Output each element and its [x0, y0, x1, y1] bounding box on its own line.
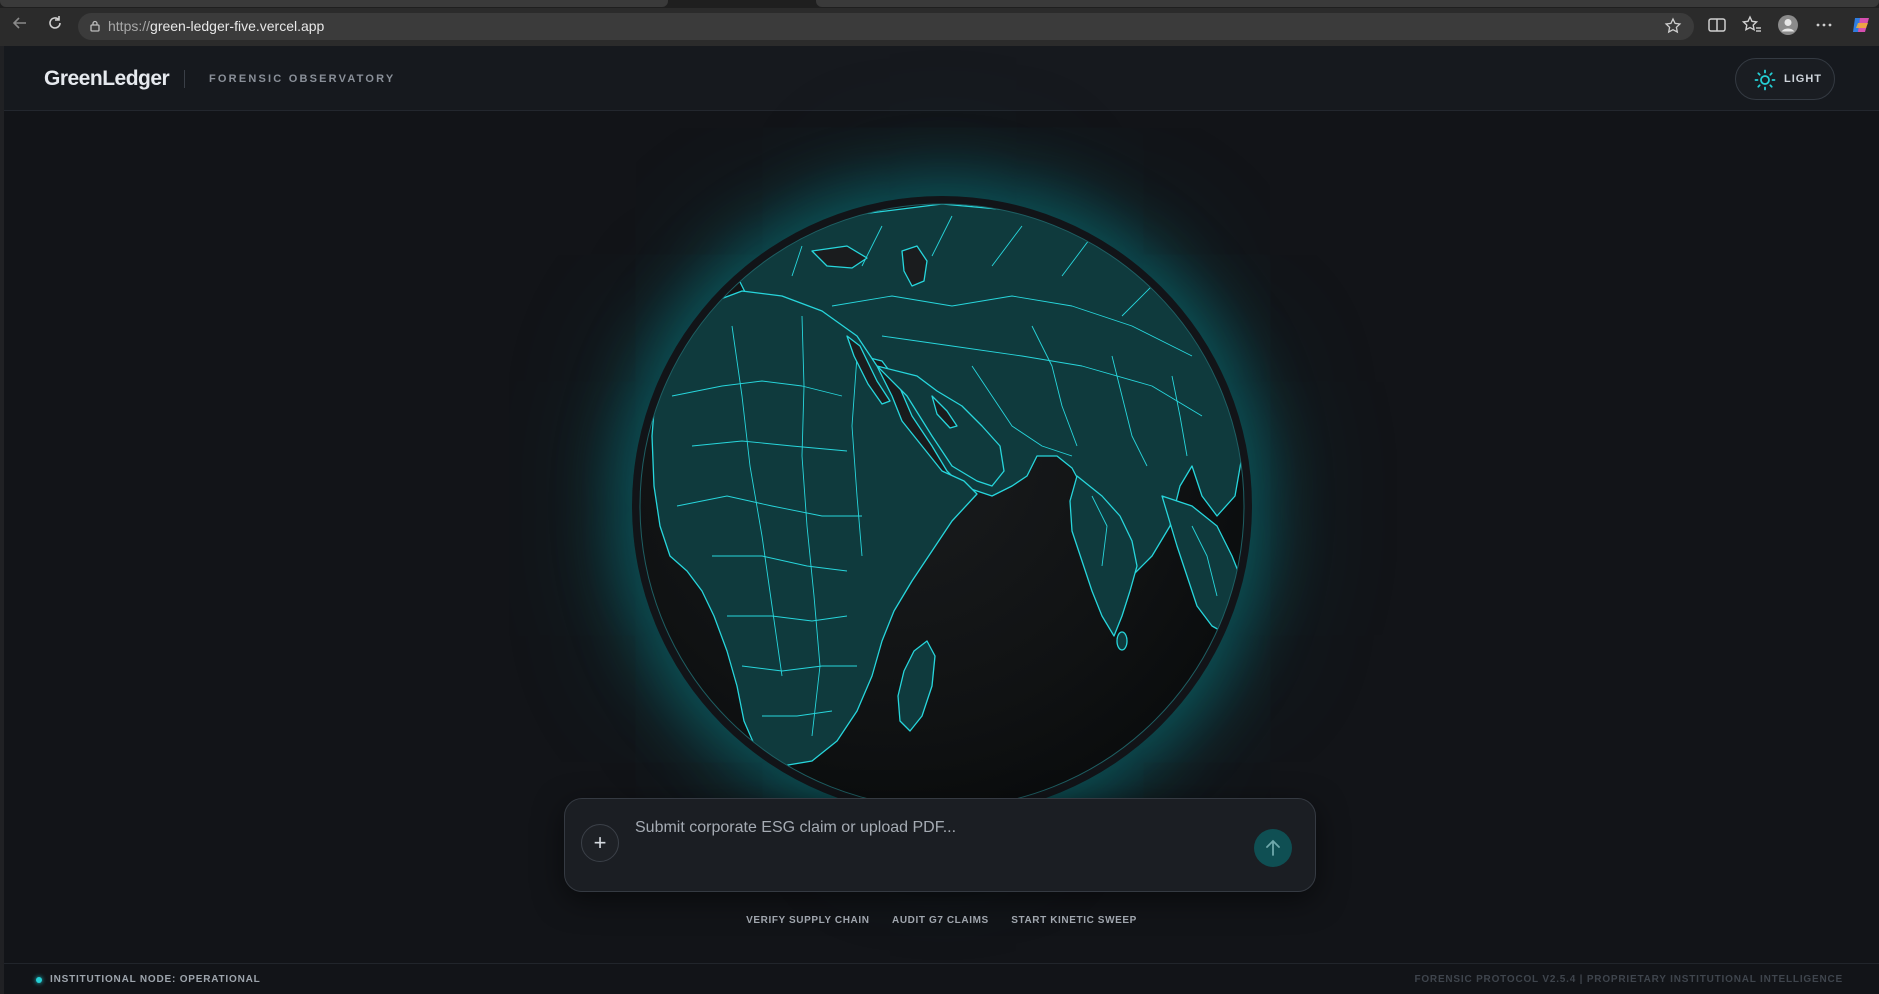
tab[interactable]	[0, 0, 668, 7]
app-footer: INSTITUTIONAL NODE: OPERATIONAL FORENSIC…	[4, 963, 1879, 994]
prompt-box: +	[564, 798, 1316, 892]
app-subtitle: FORENSIC OBSERVATORY	[209, 73, 396, 85]
send-button[interactable]	[1254, 829, 1292, 867]
globe-map	[639, 203, 1245, 809]
quick-action-verify-supply-chain[interactable]: VERIFY SUPPLY CHAIN	[746, 915, 869, 926]
back-icon[interactable]	[8, 14, 32, 38]
theme-toggle-label: LIGHT	[1784, 73, 1822, 85]
logo[interactable]: GreenLedger	[44, 67, 170, 91]
favorites-icon[interactable]	[1741, 14, 1763, 36]
claim-input[interactable]	[635, 815, 1215, 841]
url-text[interactable]: https://green-ledger-five.vercel.app	[108, 18, 324, 34]
refresh-icon[interactable]	[43, 14, 67, 38]
profile-icon[interactable]	[1777, 14, 1799, 36]
app-root: GreenLedger FORENSIC OBSERVATORY LIGHT +…	[4, 46, 1879, 994]
node-status: INSTITUTIONAL NODE: OPERATIONAL	[50, 974, 261, 985]
status-indicator	[36, 977, 42, 983]
plus-icon[interactable]: +	[581, 824, 619, 862]
lock-icon[interactable]	[88, 19, 102, 33]
version-text: FORENSIC PROTOCOL V2.5.4 | PROPRIETARY I…	[1414, 974, 1843, 985]
quick-action-audit-g7-claims[interactable]: AUDIT G7 CLAIMS	[892, 915, 989, 926]
tab[interactable]	[816, 0, 1879, 7]
landmass-sri-lanka	[1116, 631, 1128, 651]
star-icon[interactable]	[1664, 17, 1682, 35]
quick-actions: VERIFY SUPPLY CHAIN AUDIT G7 CLAIMS STAR…	[4, 910, 1879, 926]
sun-icon	[1754, 69, 1776, 91]
quick-action-start-kinetic-sweep[interactable]: START KINETIC SWEEP	[1011, 915, 1137, 926]
theme-toggle-button[interactable]: LIGHT	[1735, 58, 1835, 100]
browser-toolbar: https://green-ledger-five.vercel.app	[0, 0, 1879, 46]
more-icon[interactable]	[1813, 14, 1835, 36]
header-divider	[184, 70, 185, 88]
app-header: GreenLedger FORENSIC OBSERVATORY LIGHT	[4, 46, 1879, 111]
globe[interactable]	[632, 196, 1252, 816]
tab-strip	[0, 0, 1879, 8]
copilot-icon[interactable]	[1850, 14, 1872, 36]
address-bar[interactable]: https://green-ledger-five.vercel.app	[78, 13, 1694, 40]
arrow-up-icon	[1266, 839, 1280, 856]
split-screen-icon[interactable]	[1706, 14, 1728, 36]
